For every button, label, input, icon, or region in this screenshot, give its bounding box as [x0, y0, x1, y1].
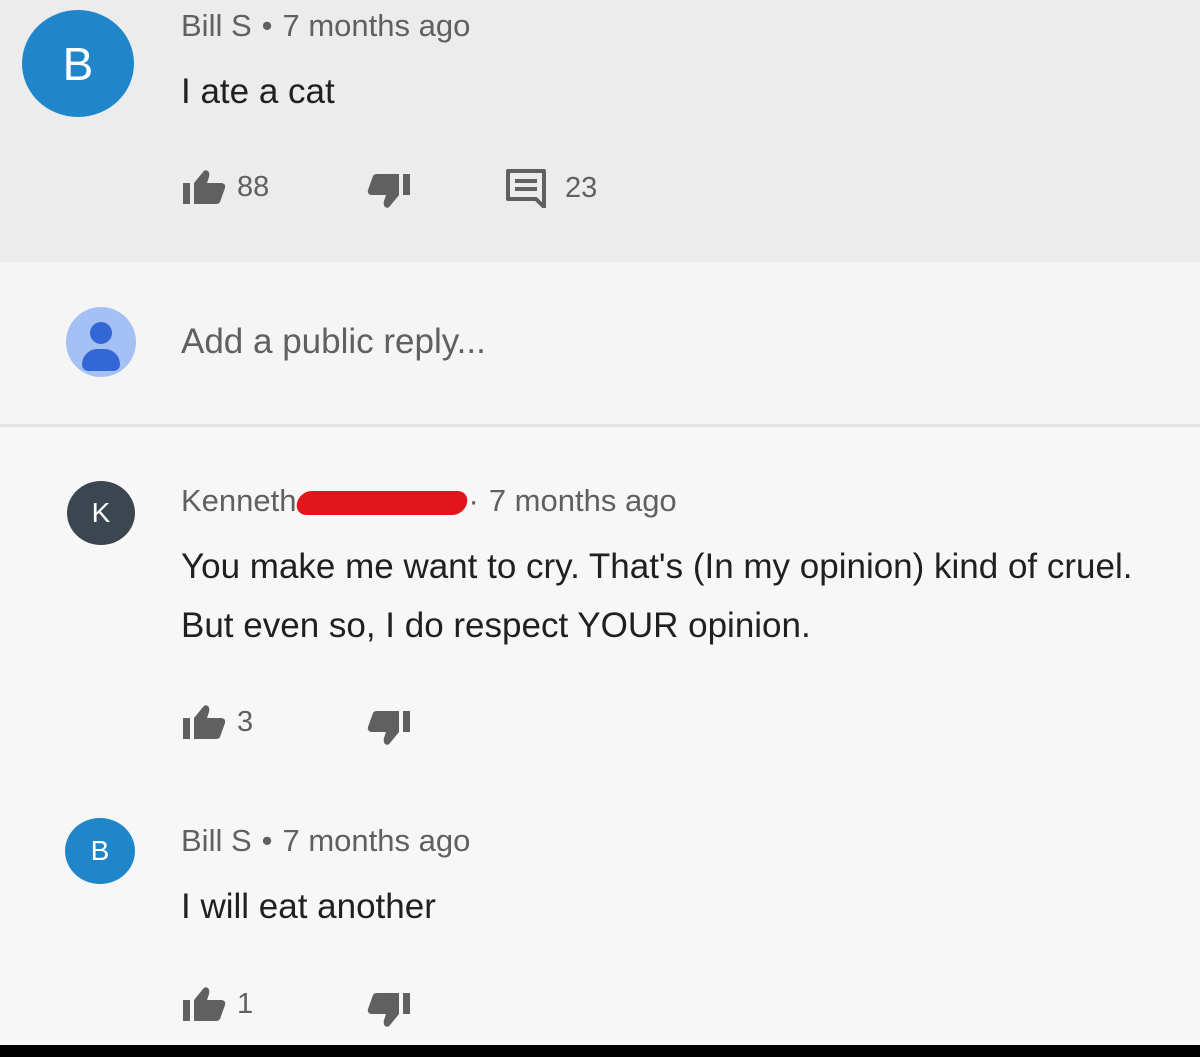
like-button[interactable]: 88: [181, 168, 269, 206]
comment-meta: Bill S • 7 months ago: [181, 8, 470, 44]
author-name[interactable]: Kenneth: [181, 483, 297, 518]
thumbs-up-icon: [183, 170, 226, 204]
like-button[interactable]: 3: [181, 703, 253, 741]
add-reply-section: [0, 262, 1200, 427]
avatar[interactable]: B: [65, 818, 135, 884]
separator: •: [261, 8, 273, 43]
thumbs-down-icon: [367, 711, 410, 745]
author-name[interactable]: Bill S: [181, 8, 252, 43]
avatar[interactable]: B: [22, 10, 134, 117]
main-comment: B Bill S • 7 months ago I ate a cat 88 2…: [0, 0, 1200, 262]
add-reply-input[interactable]: Add a public reply...: [181, 322, 486, 362]
comment-text: I ate a cat: [181, 72, 335, 111]
timestamp[interactable]: 7 months ago: [489, 483, 677, 518]
thumbs-up-icon: [183, 705, 226, 739]
comments-page: B Bill S • 7 months ago I ate a cat 88 2…: [0, 0, 1200, 1045]
like-button[interactable]: 1: [181, 985, 253, 1023]
dislike-button[interactable]: [366, 172, 412, 210]
reply-text: You make me want to cry. That's (In my o…: [181, 547, 1133, 645]
dislike-button[interactable]: [366, 991, 412, 1029]
redaction-mark: [293, 490, 470, 515]
separator: •: [261, 823, 273, 858]
default-user-icon: [66, 307, 136, 377]
reply-count: 23: [565, 171, 598, 204]
like-count: 1: [237, 987, 254, 1020]
reply-meta: Bill S • 7 months ago: [181, 823, 470, 859]
bottom-border: [0, 1045, 1200, 1057]
dislike-button[interactable]: [366, 709, 412, 747]
comment-icon: [506, 169, 546, 208]
thumbs-up-icon: [183, 987, 226, 1021]
thumbs-down-icon: [367, 174, 410, 208]
timestamp[interactable]: 7 months ago: [283, 823, 471, 858]
separator: ·: [468, 483, 479, 518]
author-name[interactable]: Bill S: [181, 823, 252, 858]
timestamp[interactable]: 7 months ago: [283, 8, 471, 43]
like-count: 88: [237, 170, 270, 203]
thumbs-down-icon: [367, 993, 410, 1027]
like-count: 3: [237, 705, 254, 738]
avatar[interactable]: K: [67, 481, 135, 545]
reply-meta: Kenneth · 7 months ago: [181, 483, 677, 519]
replies-button[interactable]: 23: [505, 168, 597, 208]
reply-text: I will eat another: [181, 887, 436, 926]
